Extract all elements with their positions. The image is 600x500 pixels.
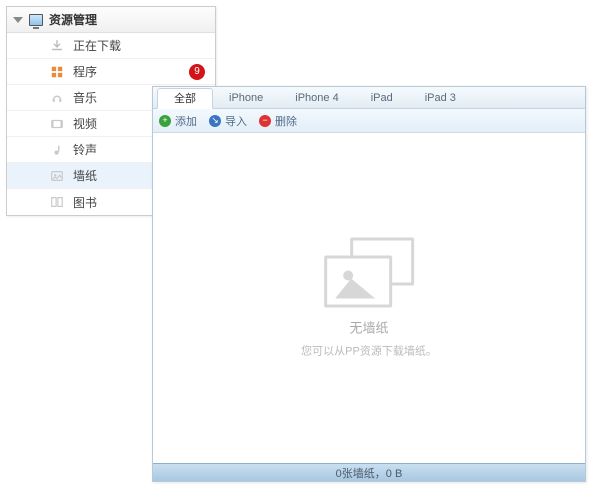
delete-icon: −: [259, 115, 271, 127]
toolbar: + 添加 ↘ 导入 − 删除: [153, 109, 585, 133]
sidebar-item-label: 图书: [73, 194, 97, 211]
badge-count: 9: [189, 64, 205, 80]
video-icon: [49, 116, 65, 132]
tab-label: iPad: [371, 92, 393, 104]
import-button[interactable]: ↘ 导入: [209, 113, 247, 129]
tab-iphone4[interactable]: iPhone 4: [279, 87, 354, 108]
empty-title: 无墙纸: [301, 318, 437, 337]
import-icon: ↘: [209, 115, 221, 127]
sidebar-header[interactable]: 资源管理: [7, 7, 215, 33]
tab-label: iPhone: [229, 92, 263, 104]
empty-subtitle: 您可以从PP资源下载墙纸。: [301, 343, 437, 359]
app-icon: [49, 64, 65, 80]
wallpaper-icon: [49, 168, 65, 184]
empty-state: 无墙纸 您可以从PP资源下载墙纸。: [301, 238, 437, 359]
music-icon: [49, 90, 65, 106]
delete-button[interactable]: − 删除: [259, 113, 297, 129]
sidebar-item-label: 程序: [73, 63, 97, 80]
add-button[interactable]: + 添加: [159, 113, 197, 129]
main-panel: 全部 iPhone iPhone 4 iPad iPad 3 + 添加 ↘ 导入…: [152, 86, 586, 482]
book-icon: [49, 194, 65, 210]
monitor-icon: [29, 14, 43, 26]
tab-iphone[interactable]: iPhone: [213, 87, 279, 108]
tab-bar: 全部 iPhone iPhone 4 iPad iPad 3: [153, 87, 585, 109]
tab-all[interactable]: 全部: [157, 88, 213, 109]
download-icon: [49, 38, 65, 54]
ringtone-icon: [49, 142, 65, 158]
sidebar-item-label: 视频: [73, 115, 97, 132]
image-placeholder-icon: [324, 238, 414, 308]
button-label: 导入: [225, 113, 247, 129]
tab-ipad[interactable]: iPad: [355, 87, 409, 108]
tab-label: iPad 3: [425, 92, 456, 104]
status-text: 0张墙纸，0 B: [336, 465, 403, 481]
button-label: 添加: [175, 113, 197, 129]
sidebar-item-apps[interactable]: 程序 9: [7, 59, 215, 85]
button-label: 删除: [275, 113, 297, 129]
tab-label: iPhone 4: [295, 92, 338, 104]
sidebar-item-label: 正在下载: [73, 37, 121, 54]
tab-ipad3[interactable]: iPad 3: [409, 87, 472, 108]
sidebar-item-label: 音乐: [73, 89, 97, 106]
sidebar-item-label: 铃声: [73, 141, 97, 158]
tab-label: 全部: [174, 90, 196, 106]
status-bar: 0张墙纸，0 B: [153, 463, 585, 481]
content-area: 无墙纸 您可以从PP资源下载墙纸。: [153, 133, 585, 463]
sidebar-item-label: 墙纸: [73, 167, 97, 184]
chevron-down-icon: [13, 17, 23, 23]
sidebar-item-downloading[interactable]: 正在下载: [7, 33, 215, 59]
plus-icon: +: [159, 115, 171, 127]
sidebar-title: 资源管理: [49, 11, 97, 28]
